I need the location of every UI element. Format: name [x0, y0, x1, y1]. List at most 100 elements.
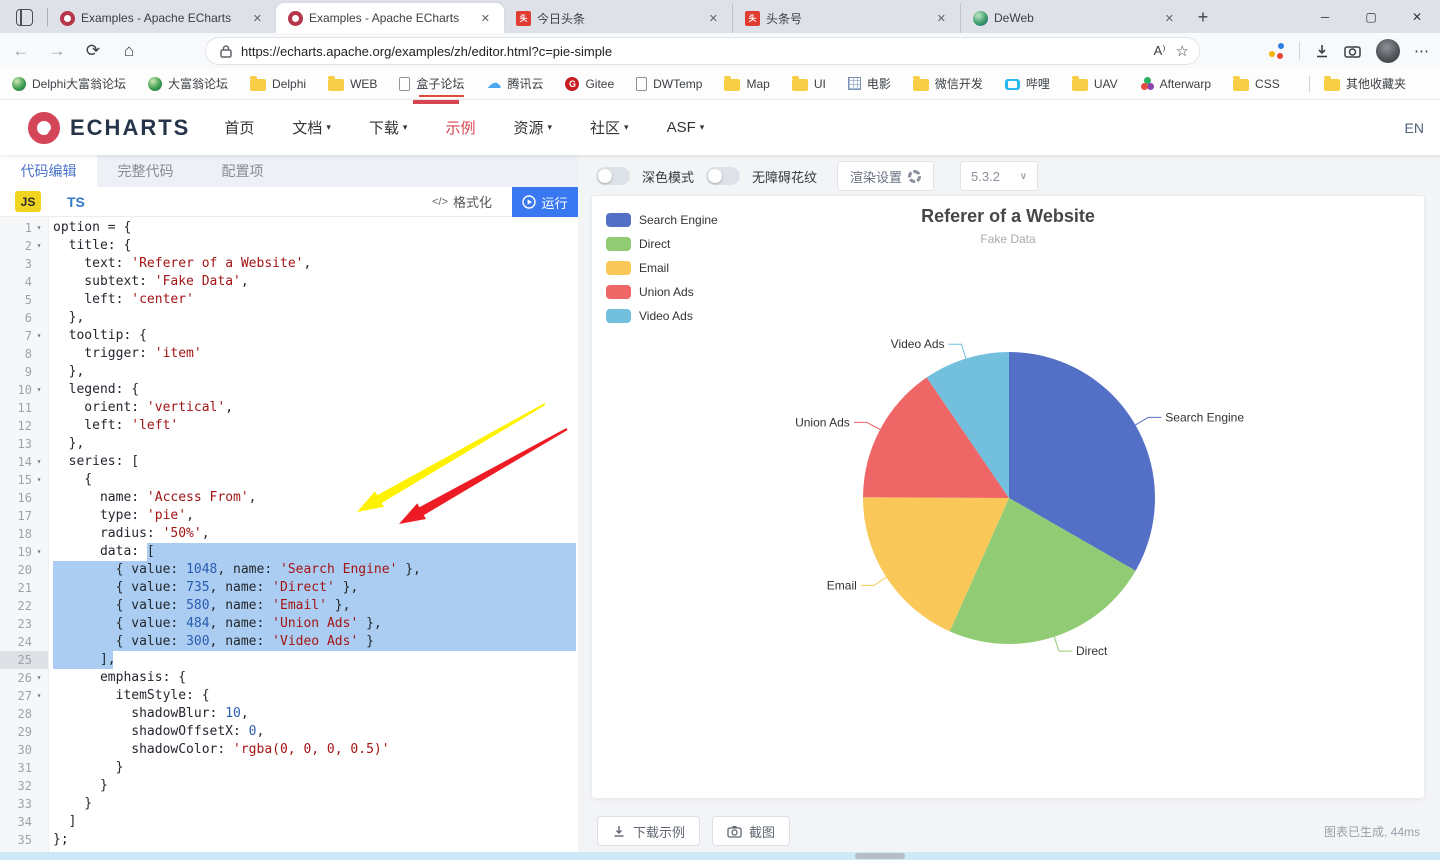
code-line[interactable]: 5 left: 'center' [0, 291, 578, 309]
code-line[interactable]: 13 }, [0, 435, 578, 453]
tab-workspaces-icon[interactable] [16, 9, 33, 26]
bookmark-item[interactable]: Map [724, 75, 770, 91]
aria-pattern-toggle[interactable] [706, 167, 741, 185]
code-line[interactable]: 18 radius: '50%', [0, 525, 578, 543]
editor-tab-完整代码[interactable]: 完整代码 [97, 155, 194, 187]
code-line[interactable]: 28 shadowBlur: 10, [0, 705, 578, 723]
browser-tab[interactable]: Examples - Apache ECharts ✕ [276, 3, 504, 33]
format-button[interactable]: </> 格式化 [432, 192, 492, 211]
nav-item-文档[interactable]: 文档 ▾ [292, 117, 331, 138]
fold-caret-icon[interactable]: ▾ [32, 543, 46, 561]
code-line[interactable]: 27 ▾ itemStyle: { [0, 687, 578, 705]
browser-menu-icon[interactable]: ⋯ [1414, 42, 1430, 60]
scrollbar-thumb[interactable] [855, 853, 905, 859]
browser-tab[interactable]: Examples - Apache ECharts ✕ [48, 3, 276, 33]
code-line[interactable]: 15 ▾ { [0, 471, 578, 489]
legend-item[interactable]: Union Ads [606, 280, 718, 304]
code-area[interactable]: 1 ▾ option = {2 ▾ title: {3 text: 'Referer … [0, 217, 578, 852]
bookmark-item[interactable]: Delphi [250, 75, 306, 91]
code-line[interactable]: 33 } [0, 795, 578, 813]
bookmark-item[interactable]: WEB [328, 75, 377, 91]
code-line[interactable]: 12 left: 'left' [0, 417, 578, 435]
code-line[interactable]: 32 } [0, 777, 578, 795]
capture-button[interactable]: 截图 [712, 816, 791, 846]
nav-item-示例[interactable]: 示例 [445, 117, 475, 138]
code-line[interactable]: 31 } [0, 759, 578, 777]
tab-close-icon[interactable]: ✕ [705, 10, 722, 27]
extension-icon[interactable] [1269, 43, 1285, 59]
nav-item-资源[interactable]: 资源 ▾ [513, 117, 552, 138]
tab-close-icon[interactable]: ✕ [1161, 10, 1178, 27]
fold-caret-icon[interactable]: ▾ [32, 687, 46, 705]
code-line[interactable]: 25 ], [0, 651, 578, 669]
bookmark-item[interactable]: Delphi大富翁论坛 [12, 75, 126, 92]
js-language-badge[interactable]: JS [15, 191, 41, 212]
fold-caret-icon[interactable]: ▾ [32, 327, 46, 345]
code-line[interactable]: 19 ▾ data: [ [0, 543, 578, 561]
tab-close-icon[interactable]: ✕ [933, 10, 950, 27]
nav-item-社区[interactable]: 社区 ▾ [590, 117, 629, 138]
legend-item[interactable]: Search Engine [606, 208, 718, 232]
code-line[interactable]: 8 trigger: 'item' [0, 345, 578, 363]
nav-item-下载[interactable]: 下载 ▾ [369, 117, 408, 138]
refresh-icon[interactable]: ⟳ [78, 36, 108, 66]
code-line[interactable]: 26 ▾ emphasis: { [0, 669, 578, 687]
bookmark-item[interactable]: DWTemp [636, 76, 702, 91]
legend-item[interactable]: Email [606, 256, 718, 280]
language-switch[interactable]: EN [1405, 120, 1424, 136]
code-line[interactable]: 16 name: 'Access From', [0, 489, 578, 507]
nav-item-ASF[interactable]: ASF ▾ [667, 119, 705, 136]
other-bookmarks-folder[interactable]: 其他收藏夹 [1323, 75, 1406, 92]
code-line[interactable]: 7 ▾ tooltip: { [0, 327, 578, 345]
bookmark-item[interactable]: 盒子论坛 [399, 75, 465, 97]
bookmark-item[interactable]: G Gitee [565, 76, 614, 91]
download-example-button[interactable]: 下载示例 [597, 816, 701, 846]
bookmark-item[interactable]: ☁ 腾讯云 [486, 75, 543, 92]
horizontal-scrollbar[interactable] [0, 852, 1440, 860]
run-button[interactable]: 运行 [512, 187, 578, 217]
legend-item[interactable]: Direct [606, 232, 718, 256]
code-line[interactable]: 20 { value: 1048, name: 'Search Engine' … [0, 561, 578, 579]
code-line[interactable]: 17 type: 'pie', [0, 507, 578, 525]
bookmark-item[interactable]: Afterwarp [1140, 77, 1211, 91]
code-line[interactable]: 21 { value: 735, name: 'Direct' }, [0, 579, 578, 597]
home-icon[interactable]: ⌂ [114, 36, 144, 66]
code-line[interactable]: 2 ▾ title: { [0, 237, 578, 255]
minimize-button[interactable]: ─ [1302, 0, 1348, 33]
fold-caret-icon[interactable]: ▾ [32, 471, 46, 489]
new-tab-button[interactable]: + [1188, 2, 1218, 32]
downloads-icon[interactable] [1314, 43, 1330, 59]
tab-close-icon[interactable]: ✕ [249, 10, 266, 27]
bookmark-item[interactable]: 微信开发 [912, 75, 983, 92]
fold-caret-icon[interactable]: ▾ [32, 669, 46, 687]
code-line[interactable]: 24 { value: 300, name: 'Video Ads' } [0, 633, 578, 651]
code-line[interactable]: 1 ▾ option = { [0, 219, 578, 237]
browser-tab[interactable]: 头今日头条 ✕ [504, 3, 732, 33]
close-window-button[interactable]: ✕ [1394, 0, 1440, 33]
fold-caret-icon[interactable]: ▾ [32, 381, 46, 399]
address-bar[interactable]: https://echarts.apache.org/examples/zh/e… [205, 37, 1200, 65]
code-line[interactable]: 14 ▾ series: [ [0, 453, 578, 471]
forward-icon[interactable]: → [42, 36, 72, 66]
code-line[interactable]: 3 text: 'Referer of a Website', [0, 255, 578, 273]
legend-item[interactable]: Video Ads [606, 304, 718, 328]
url-text[interactable]: https://echarts.apache.org/examples/zh/e… [241, 44, 1144, 59]
code-line[interactable]: 6 }, [0, 309, 578, 327]
render-settings-button[interactable]: 渲染设置 [837, 161, 935, 191]
browser-tab[interactable]: DeWeb ✕ [960, 3, 1188, 33]
editor-tab-代码编辑[interactable]: 代码编辑 [0, 155, 97, 187]
bookmark-item[interactable]: UAV [1071, 75, 1118, 91]
screenshot-camera-icon[interactable] [1344, 43, 1362, 59]
maximize-button[interactable]: ▢ [1348, 0, 1394, 33]
fold-caret-icon[interactable]: ▾ [32, 237, 46, 255]
ts-language-toggle[interactable]: TS [67, 194, 85, 210]
code-line[interactable]: 29 shadowOffsetX: 0, [0, 723, 578, 741]
bookmark-item[interactable]: CSS [1233, 75, 1280, 91]
nav-item-首页[interactable]: 首页 [224, 117, 254, 138]
bookmark-item[interactable]: 大富翁论坛 [148, 75, 228, 92]
bookmark-item[interactable]: 电影 [847, 75, 891, 92]
code-line[interactable]: 4 subtext: 'Fake Data', [0, 273, 578, 291]
code-line[interactable]: 23 { value: 484, name: 'Union Ads' }, [0, 615, 578, 633]
bookmark-item[interactable]: UI [791, 75, 826, 91]
code-line[interactable]: 9 }, [0, 363, 578, 381]
